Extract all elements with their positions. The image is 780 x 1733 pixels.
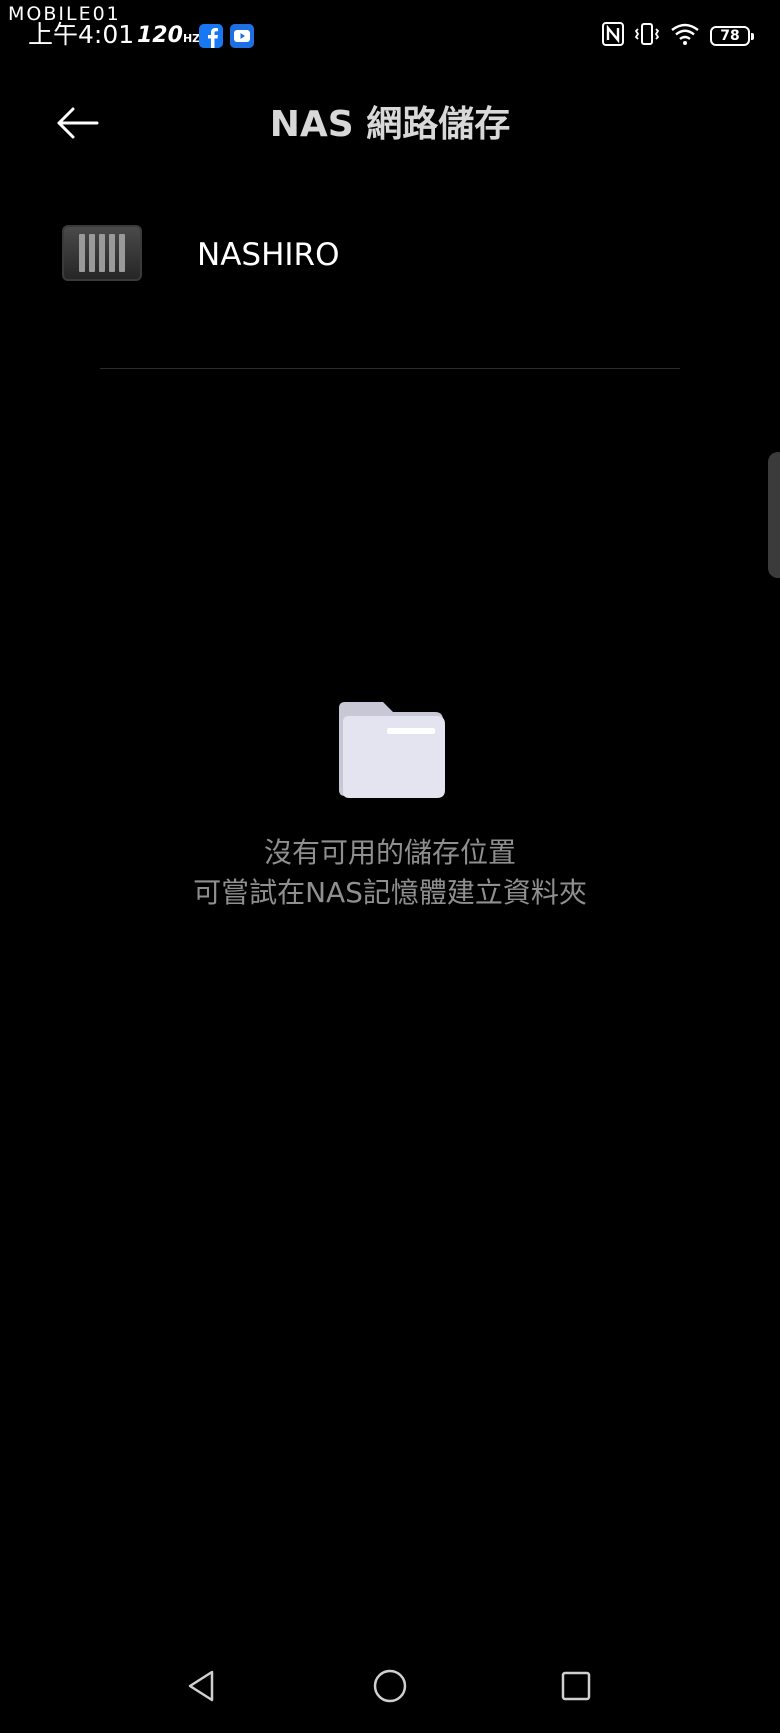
refresh-rate-value: 120 [137,23,183,48]
battery-level: 78 [720,28,740,44]
nas-drive-icon [62,225,142,281]
refresh-rate-unit: HZ [182,32,201,45]
facebook-icon [199,24,223,48]
folder-icon [333,700,447,800]
youtube-icon [230,24,254,48]
circle-home-icon [372,1668,408,1708]
side-panel-handle[interactable] [768,452,780,578]
battery-icon: 78 [710,26,754,46]
status-icons: 78 [602,21,754,51]
system-nav-bar [0,1660,780,1716]
triangle-back-icon [184,1668,218,1708]
empty-state-title: 沒有可用的儲存位置 [263,836,516,869]
status-time: 上午4:01 [28,20,135,49]
wifi-icon [670,22,700,50]
vibrate-icon [634,21,660,51]
divider [100,368,680,369]
square-recents-icon [560,1670,592,1706]
empty-state-hint: 可嘗試在NAS記憶體建立資料夾 [193,876,587,909]
nfc-icon [602,22,624,50]
page-title: NAS 網路儲存 [269,104,511,145]
nav-back-button[interactable] [173,1660,229,1716]
nav-home-button[interactable] [362,1660,418,1716]
nav-recents-button[interactable] [548,1660,604,1716]
nas-device-item[interactable]: NASHIRO [0,215,780,315]
refresh-rate-indicator: 120HZ [137,22,200,53]
nas-device-name: NASHIRO [197,237,340,273]
